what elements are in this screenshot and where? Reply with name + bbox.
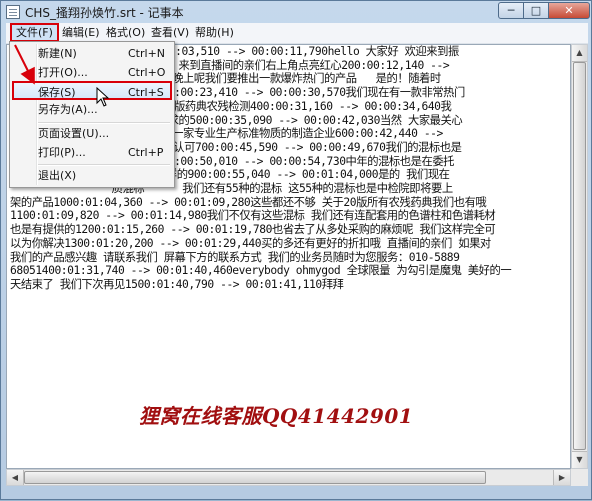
text-line: 以为你解决1300:01:20,200 --> 00:01:29,440买的多还…: [10, 236, 491, 250]
menu-item-shortcut: Ctrl+O: [128, 66, 166, 79]
scroll-right-button[interactable]: ▶: [553, 470, 570, 485]
text-line: 我们的产品感兴趣 请联系我们 屏幕下方的联系方式 我们的业务员随时为您服务：01…: [10, 250, 460, 264]
menu-item-save[interactable]: 保存(S) Ctrl+S: [12, 81, 172, 100]
notepad-window: CHS_搔翔孙焕竹.srt - 记事本 ─ □ ✕ 文件(F) 编辑(E) 格式…: [0, 0, 592, 500]
scroll-left-button[interactable]: ◀: [7, 470, 24, 485]
text-line: 也是有提供的1200:01:15,260 --> 00:01:19,780也省去…: [10, 223, 496, 237]
menu-item-label: 新建(N): [38, 47, 77, 60]
text-line: 68051400:01:31,740 --> 00:01:40,460every…: [10, 264, 512, 278]
menu-item-shortcut: Ctrl+N: [128, 47, 166, 60]
watermark-text: 狸窝在线客服QQ41442901: [139, 404, 414, 428]
menu-item-page-setup[interactable]: 页面设置(U)...: [12, 124, 172, 143]
menu-item-new[interactable]: 新建(N) Ctrl+N: [12, 44, 172, 63]
text-line: 天结束了 我们下次再见1500:01:40,790 --> 00:01:41,1…: [10, 277, 344, 291]
horizontal-scrollbar[interactable]: ◀ ▶: [6, 469, 571, 486]
scroll-down-button[interactable]: ▼: [572, 451, 587, 468]
menu-item-save-as[interactable]: 另存为(A)...: [12, 100, 172, 119]
text-line: 架的产品1000:01:04,360 --> 00:01:09,280这些都还不…: [10, 195, 487, 209]
menu-file[interactable]: 文件(F): [10, 23, 59, 42]
file-menu-dropdown: 新建(N) Ctrl+N 打开(O)... Ctrl+O 保存(S) Ctrl+…: [9, 41, 175, 188]
menu-help[interactable]: 帮助(H): [191, 25, 238, 40]
menu-view[interactable]: 查看(V): [147, 25, 193, 40]
vertical-scroll-thumb[interactable]: [573, 62, 586, 450]
menu-item-label: 页面设置(U)...: [38, 127, 110, 140]
menu-item-label: 打开(O)...: [38, 66, 88, 79]
menu-item-shortcut: Ctrl+P: [128, 146, 164, 159]
close-button[interactable]: ✕: [548, 2, 590, 19]
menu-item-open[interactable]: 打开(O)... Ctrl+O: [12, 63, 172, 82]
menu-item-label: 另存为(A)...: [38, 103, 98, 116]
menu-item-print[interactable]: 打印(P)... Ctrl+P: [12, 143, 172, 162]
menu-item-exit[interactable]: 退出(X): [12, 166, 172, 185]
title-bar[interactable]: CHS_搔翔孙焕竹.srt - 记事本 ─ □ ✕: [1, 1, 591, 23]
minimize-button[interactable]: ─: [498, 2, 524, 19]
menu-item-label: 退出(X): [38, 169, 77, 182]
menu-item-label: 打印(P)...: [38, 146, 86, 159]
resize-grip[interactable]: [571, 469, 588, 486]
scroll-up-button[interactable]: ▲: [572, 45, 587, 62]
window-title: CHS_搔翔孙焕竹.srt - 记事本: [25, 6, 184, 20]
mouse-cursor-icon: [96, 87, 110, 107]
horizontal-scroll-thumb[interactable]: [24, 471, 486, 484]
maximize-button[interactable]: □: [523, 2, 549, 19]
menu-edit[interactable]: 编辑(E): [58, 25, 104, 40]
text-line: 1100:01:09,820 --> 00:01:14,980我们不仅有这些混标…: [10, 209, 496, 223]
notepad-icon[interactable]: [6, 5, 20, 19]
vertical-scrollbar[interactable]: ▲ ▼: [571, 44, 588, 469]
menu-format[interactable]: 格式(O): [102, 25, 149, 40]
